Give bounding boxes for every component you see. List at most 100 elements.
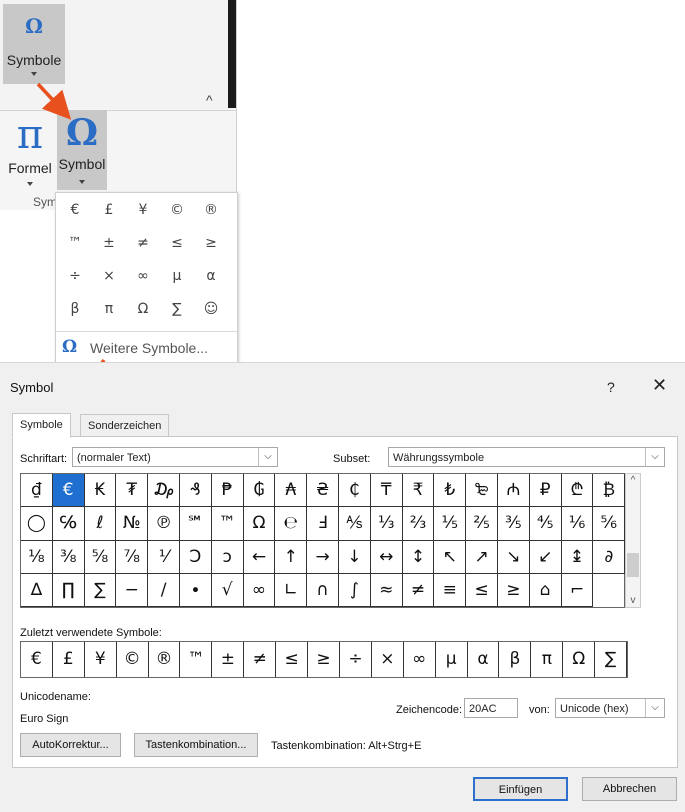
recent-symbol-cell[interactable]: ∞ [404,642,436,677]
scroll-up-icon[interactable]: ^ [625,475,641,486]
scroll-down-icon[interactable]: v [625,595,641,606]
font-select[interactable]: (normaler Text) ⌵ [72,447,278,467]
symbol-cell[interactable]: ↘ [498,540,530,574]
recent-symbol-cell[interactable]: ™ [181,642,213,677]
recent-symbol-cell[interactable]: £ [53,642,85,677]
selected-symbol-cell[interactable]: € [52,474,85,508]
recent-symbol-cell[interactable]: Ω [563,642,596,677]
scrollbar-thumb[interactable] [627,553,639,577]
symbol-cell[interactable]: ∂ [593,540,626,574]
symbol-cell[interactable]: ∞ [243,573,276,608]
recent-symbol-cell[interactable]: ® [149,642,181,677]
symbol-cell[interactable]: ⅔ [402,507,435,541]
symbol-cell[interactable]: ₮ [116,474,149,508]
symbol-cell[interactable]: ₱ [211,474,244,508]
symbol-cell[interactable]: ₾ [561,474,594,508]
symbol-cell[interactable]: ₸ [370,474,403,508]
symbol-cell[interactable]: Ω [243,507,276,541]
symbol-cell[interactable]: ℓ [84,507,117,541]
symbol-cell[interactable]: ⅞ [116,540,149,574]
recent-symbol-cell[interactable]: € [21,642,53,677]
symbol-cell[interactable]: ≡ [434,573,467,608]
symbol-cell[interactable]: ⅍ [339,507,371,541]
recent-symbol-cell[interactable]: ± [212,642,245,677]
symbol-cell[interactable]: ← [243,540,276,574]
symbol-cell[interactable]: ∆ [21,573,53,608]
symbol-grid-scrollbar[interactable] [625,473,641,608]
symbol-cell[interactable]: ⌂ [529,573,562,608]
recent-symbol-cell[interactable]: µ [436,642,468,677]
tab-sonderzeichen[interactable]: Sonderzeichen [80,414,170,438]
symbol-cell[interactable]: ∏ [52,573,85,608]
symbol-cell[interactable]: ◯ [21,507,53,541]
symbol-cell[interactable]: ₼ [498,474,530,508]
symbol-cell[interactable]: ≥ [498,573,530,608]
subset-select[interactable]: Währungssymbole ⌵ [388,447,665,467]
symbol-cell[interactable]: ≤ [466,573,498,608]
symbol-cell[interactable]: ⅕ [434,507,467,541]
symbol-cell[interactable]: ∕ [148,573,180,608]
symbol-cell[interactable]: ₴ [307,474,339,508]
symbol-cell[interactable]: → [307,540,339,574]
symbol-cell[interactable]: ⅜ [52,540,85,574]
symbol-cell[interactable]: ∟ [275,573,308,608]
symbol-cell[interactable]: ↓ [339,540,371,574]
symbol-cell[interactable]: √ [211,573,244,608]
symbol-cell[interactable]: Ⅎ [307,507,339,541]
symbol-cell[interactable]: ⅛ [21,540,53,574]
recent-symbol-cell[interactable]: α [468,642,500,677]
symbol-cell[interactable]: ∙ [180,573,212,608]
symbol-cell[interactable]: ∑ [84,573,117,608]
recent-symbol-cell[interactable]: ≠ [244,642,277,677]
symbol-cell[interactable]: ∩ [307,573,339,608]
recent-symbol-cell[interactable]: π [531,642,564,677]
symbol-cell[interactable]: ™ [211,507,244,541]
chevron-down-icon[interactable]: ⌵ [645,699,664,717]
symbol-cell[interactable]: ⅘ [529,507,562,541]
symbol-cell[interactable]: № [116,507,149,541]
recent-symbol-cell[interactable]: ∑ [595,642,628,677]
recent-symbol-cell[interactable]: β [500,642,532,677]
symbol-cell[interactable]: ₭ [84,474,117,508]
symbol-cell[interactable]: ℮ [275,507,308,541]
recent-symbol-cell[interactable]: ¥ [85,642,117,677]
symbol-cell[interactable]: ⅟ [148,540,180,574]
symbol-cell[interactable]: Ↄ [180,540,212,574]
symbol-cell[interactable]: ↄ [211,540,244,574]
symbol-cell[interactable]: ₳ [275,474,308,508]
chevron-down-icon[interactable]: ⌵ [258,448,277,466]
symbol-cell[interactable]: ℠ [180,507,212,541]
symbol-cell[interactable]: ⅓ [370,507,403,541]
recent-symbol-cell[interactable]: ≤ [276,642,309,677]
symbol-cell[interactable]: ⅗ [498,507,530,541]
symbol-cell[interactable]: ℗ [148,507,180,541]
shortcut-button[interactable]: Tastenkombination... [134,733,258,757]
symbol-cell[interactable]: ⅙ [561,507,594,541]
recent-symbol-cell[interactable]: ÷ [340,642,372,677]
symbol-cell[interactable]: ↨ [561,540,594,574]
symbol-cell[interactable]: ≠ [402,573,435,608]
symbol-cell[interactable]: ↗ [466,540,498,574]
symbol-cell[interactable]: ₵ [339,474,371,508]
symbol-cell[interactable]: ₺ [434,474,467,508]
symbol-cell[interactable]: ₻ [466,474,498,508]
symbol-cell[interactable]: ⌐ [561,573,594,608]
symbol-cell[interactable]: ↕ [402,540,435,574]
symbol-cell[interactable]: ₹ [402,474,435,508]
symbol-cell[interactable]: ₯ [148,474,180,508]
insert-button[interactable]: Einfügen [473,777,568,801]
autocorrect-button[interactable]: AutoKorrektur... [20,733,121,757]
recent-symbol-cell[interactable]: ≥ [308,642,340,677]
symbol-cell[interactable]: ⅖ [466,507,498,541]
charcode-input[interactable]: 20AC [464,698,518,718]
tab-symbole[interactable]: Symbole [12,413,71,438]
symbol-cell[interactable]: ₰ [180,474,212,508]
from-select[interactable]: Unicode (hex) ⌵ [555,698,665,718]
symbol-cell[interactable]: ⅚ [593,507,626,541]
symbol-cell[interactable]: ₿ [593,474,626,508]
symbol-cell[interactable]: ↙ [529,540,562,574]
recent-symbol-cell[interactable]: © [117,642,149,677]
cancel-button[interactable]: Abbrechen [582,777,677,801]
symbol-cell[interactable]: ≈ [370,573,403,608]
symbol-cell[interactable]: ↔ [370,540,403,574]
